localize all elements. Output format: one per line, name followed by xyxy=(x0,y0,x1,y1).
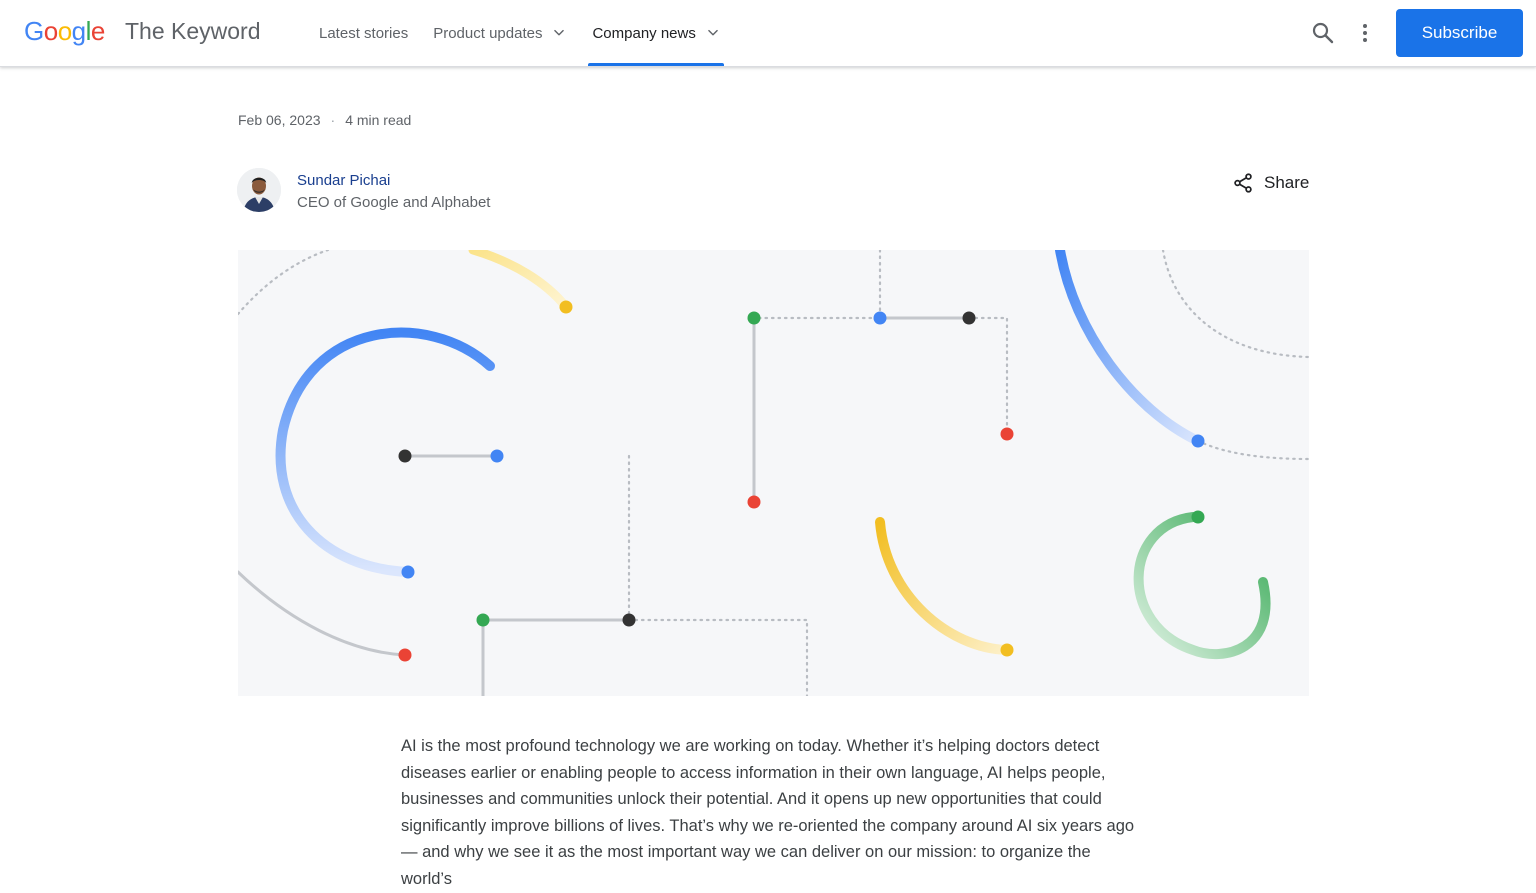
author-role: CEO of Google and Alphabet xyxy=(297,194,491,211)
nav-label: Product updates xyxy=(433,24,543,42)
article-body: AI is the most profound technology we ar… xyxy=(401,733,1136,893)
chevron-down-icon xyxy=(708,29,718,36)
nav-label: Latest stories xyxy=(319,24,409,42)
share-label: Share xyxy=(1264,173,1310,192)
chevron-down-icon xyxy=(554,29,565,36)
author-name[interactable]: Sundar Pichai xyxy=(297,172,390,189)
ai-circuit-illustration xyxy=(238,250,1309,696)
article-paragraph: AI is the most profound technology we ar… xyxy=(401,737,1135,888)
meta-separator: · xyxy=(330,112,336,128)
article-meta: Feb 06, 2023 · 4 min read xyxy=(238,112,411,128)
logo-letter: g xyxy=(71,16,86,46)
share-icon xyxy=(1234,173,1252,193)
hero-illustration xyxy=(238,250,1309,696)
more-vert-icon[interactable] xyxy=(1353,21,1377,45)
google-logo[interactable]: Google xyxy=(24,16,105,47)
nav-label: Company news xyxy=(592,24,696,42)
avatar xyxy=(237,168,281,212)
logo-letter: o xyxy=(57,16,72,46)
logo-letter: G xyxy=(24,16,44,46)
main-nav: Latest stories Product updates Company n… xyxy=(319,0,725,66)
share-button[interactable]: Share xyxy=(1232,172,1309,194)
search-icon[interactable] xyxy=(1311,21,1335,45)
read-time: 4 min read xyxy=(345,112,412,128)
site-header: Google The Keyword Latest stories Produc… xyxy=(0,0,1536,67)
nav-latest-stories[interactable]: Latest stories xyxy=(319,0,408,66)
logo-letter: e xyxy=(90,16,105,46)
nav-product-updates[interactable]: Product updates xyxy=(433,0,566,66)
nav-company-news[interactable]: Company news xyxy=(588,0,725,66)
subscribe-button[interactable]: Subscribe xyxy=(1396,9,1523,57)
publish-date: Feb 06, 2023 xyxy=(238,112,321,128)
site-title[interactable]: The Keyword xyxy=(125,18,261,45)
logo-letter: o xyxy=(43,16,58,46)
